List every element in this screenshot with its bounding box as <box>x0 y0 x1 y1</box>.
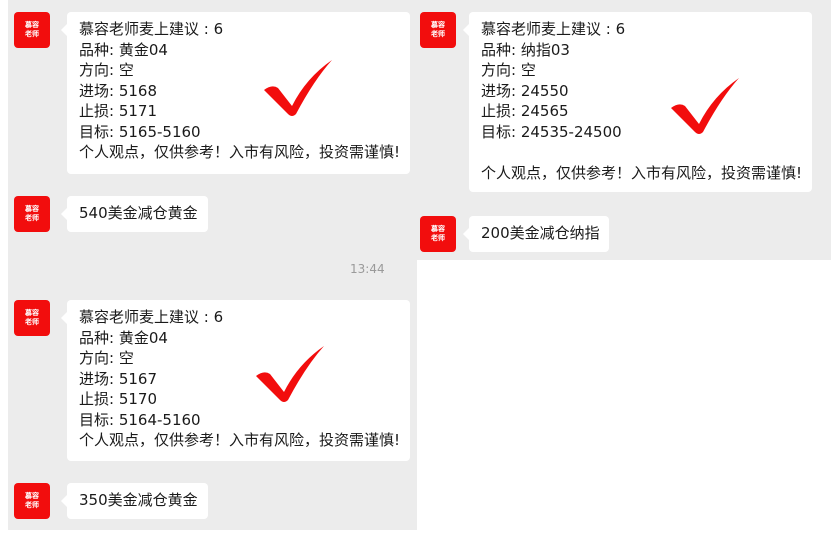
checkmark-icon <box>256 346 324 402</box>
message-line: 慕容老师麦上建议 : 6 <box>79 308 224 326</box>
avatar-text-2: 老师 <box>25 30 39 38</box>
message-line: 个人观点，仅供参考！入市有风险，投资需谨慎! <box>79 143 401 161</box>
message-line: 350美金减仓黄金 <box>79 491 198 509</box>
avatar-text-1: 慕容 <box>431 21 445 29</box>
avatar-text-2: 老师 <box>25 501 39 509</box>
message-line: 方向: 空 <box>79 61 134 79</box>
message-bubble[interactable]: 350美金减仓黄金 <box>61 483 208 519</box>
message-line: 止损: 24565 <box>481 102 569 120</box>
message-line: 个人观点，仅供参考！入市有风险，投资需谨慎! <box>79 431 401 449</box>
message-line: 慕容老师麦上建议 : 6 <box>79 20 224 38</box>
avatar-text-2: 老师 <box>431 234 445 242</box>
message-bubble[interactable]: 200美金减仓纳指 <box>463 216 609 252</box>
message-line: 进场: 5167 <box>79 369 157 388</box>
message-line: 进场: 5168 <box>79 81 157 100</box>
message-line: 目标: 5165-5160 <box>79 122 201 141</box>
message-bubble[interactable]: 慕容老师麦上建议 : 6 品种: 黄金04 方向: 空 进场: 5167 止损:… <box>61 300 410 461</box>
message-line: 540美金减仓黄金 <box>79 204 198 222</box>
checkmark-icon <box>264 60 332 116</box>
timestamp: 13:44 <box>350 262 385 276</box>
message-line: 止损: 5171 <box>79 102 157 120</box>
avatar-text-2: 老师 <box>25 318 39 326</box>
message-line: 目标: 24535-24500 <box>481 122 622 141</box>
avatar[interactable]: 慕容 老师 <box>14 300 50 336</box>
avatar[interactable]: 慕容 老师 <box>14 12 50 48</box>
message-line: 进场: 24550 <box>481 81 569 100</box>
checkmark-icon <box>671 78 739 134</box>
message-line: 方向: 空 <box>79 349 134 367</box>
message-line: 止损: 5170 <box>79 390 157 408</box>
avatar-text-1: 慕容 <box>25 309 39 317</box>
avatar-text-1: 慕容 <box>431 225 445 233</box>
message-bubble[interactable]: 540美金减仓黄金 <box>61 196 208 232</box>
message-line: 品种: 黄金04 <box>79 40 168 59</box>
left-chat-panel: 慕容 老师 慕容老师麦上建议 : 6 品种: 黄金04 方向: 空 进场: 51… <box>8 0 417 530</box>
message-line: 品种: 纳指03 <box>481 40 570 59</box>
message-line: 方向: 空 <box>481 61 536 79</box>
avatar-text-1: 慕容 <box>25 492 39 500</box>
avatar[interactable]: 慕容 老师 <box>420 12 456 48</box>
message-line: 个人观点，仅供参考！入市有风险，投资需谨慎! <box>481 163 803 182</box>
message-bubble[interactable]: 慕容老师麦上建议 : 6 品种: 纳指03 方向: 空 进场: 24550 止损… <box>463 12 812 192</box>
message-line: 目标: 5164-5160 <box>79 410 201 429</box>
avatar-text-2: 老师 <box>431 30 445 38</box>
avatar-text-2: 老师 <box>25 214 39 222</box>
message-line: 品种: 黄金04 <box>79 328 168 347</box>
message-line: 慕容老师麦上建议 : 6 <box>481 20 626 38</box>
avatar[interactable]: 慕容 老师 <box>420 216 456 252</box>
avatar[interactable]: 慕容 老师 <box>14 483 50 519</box>
message-bubble[interactable]: 慕容老师麦上建议 : 6 品种: 黄金04 方向: 空 进场: 5168 止损:… <box>61 12 410 174</box>
right-chat-panel: 慕容 老师 慕容老师麦上建议 : 6 品种: 纳指03 方向: 空 进场: 24… <box>417 0 831 260</box>
avatar-text-1: 慕容 <box>25 205 39 213</box>
message-line: 200美金减仓纳指 <box>481 224 600 242</box>
avatar[interactable]: 慕容 老师 <box>14 196 50 232</box>
avatar-text-1: 慕容 <box>25 21 39 29</box>
